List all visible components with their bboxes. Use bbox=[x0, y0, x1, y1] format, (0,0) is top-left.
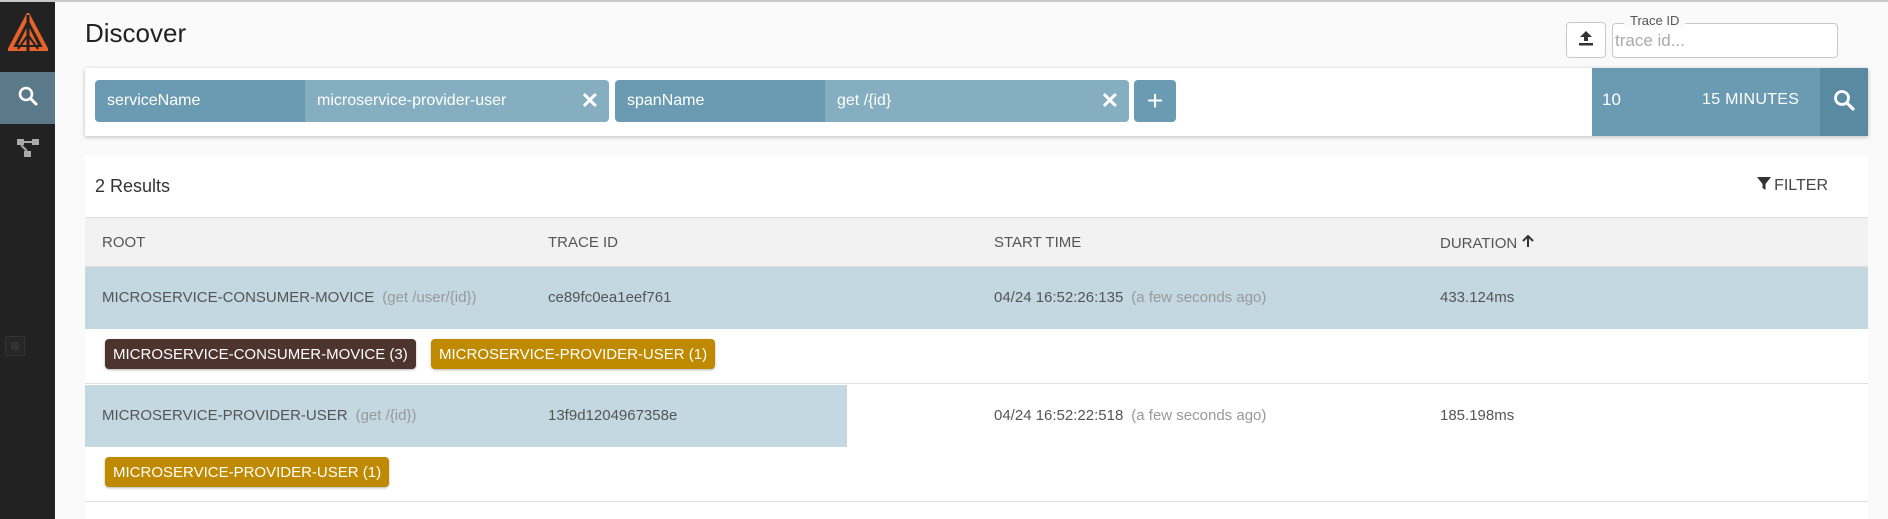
plus-icon: + bbox=[1146, 85, 1164, 116]
criteria-key: spanName bbox=[615, 80, 825, 122]
limit-value[interactable]: 10 bbox=[1602, 90, 1621, 110]
root-service: MICROSERVICE-PROVIDER-USER bbox=[102, 407, 348, 424]
service-badge[interactable]: MICROSERVICE-PROVIDER-USER (1) bbox=[105, 457, 390, 487]
page-title: Discover bbox=[85, 18, 187, 48]
search-bar: serviceName microservice-provider-user ✕… bbox=[85, 68, 1868, 136]
top-border bbox=[0, 0, 1888, 2]
criteria-value[interactable]: microservice-provider-user ✕ bbox=[305, 80, 609, 122]
start-time: 04/24 16:52:22:518 bbox=[994, 407, 1124, 424]
arrow-up-icon bbox=[1521, 234, 1535, 252]
root-span: (get /user/{id}) bbox=[382, 289, 477, 306]
close-icon[interactable]: ✕ bbox=[581, 90, 599, 112]
sidebar-placeholder-icon bbox=[5, 336, 25, 356]
zipkin-logo[interactable] bbox=[0, 4, 55, 64]
close-icon[interactable]: ✕ bbox=[1101, 90, 1119, 112]
upload-icon bbox=[1577, 29, 1595, 52]
root-cell: MICROSERVICE-CONSUMER-MOVICE (get /user/{… bbox=[102, 289, 476, 306]
sidebar bbox=[0, 2, 55, 519]
trace-id-input[interactable] bbox=[1615, 28, 1825, 54]
filter-icon bbox=[1756, 175, 1772, 196]
trace-id-field[interactable] bbox=[1612, 23, 1838, 58]
filter-label: FILTER bbox=[1774, 176, 1828, 194]
table-row[interactable]: MICROSERVICE-CONSUMER-MOVICE (get /user/{… bbox=[85, 267, 1868, 329]
service-badges-row: MICROSERVICE-PROVIDER-USER (1) bbox=[85, 447, 1868, 502]
root-span: (get /{id}) bbox=[355, 407, 417, 424]
search-icon bbox=[1833, 89, 1855, 116]
start-time: 04/24 16:52:26:135 bbox=[994, 289, 1124, 306]
table-row[interactable]: MICROSERVICE-PROVIDER-USER (get /{id}) 13… bbox=[85, 385, 1868, 447]
trace-id-cell: ce89fc0ea1eef761 bbox=[548, 289, 672, 306]
criteria-chip-servicename[interactable]: serviceName microservice-provider-user ✕ bbox=[95, 80, 609, 122]
criteria-key: serviceName bbox=[95, 80, 305, 122]
dependency-graph-icon bbox=[16, 137, 40, 164]
criteria-value-text: microservice-provider-user bbox=[317, 92, 507, 109]
results-count: 2 Results bbox=[95, 176, 171, 196]
column-label: DURATION bbox=[1440, 234, 1518, 252]
duration-cell: 433.124ms bbox=[1440, 289, 1515, 306]
root-service: MICROSERVICE-CONSUMER-MOVICE bbox=[102, 289, 375, 306]
start-relative: (a few seconds ago) bbox=[1131, 289, 1267, 306]
duration-cell: 185.198ms bbox=[1440, 407, 1515, 424]
lookback-value[interactable]: 15 MINUTES bbox=[1702, 91, 1799, 109]
start-time-cell: 04/24 16:52:26:135 (a few seconds ago) bbox=[994, 289, 1266, 306]
column-header-duration[interactable]: DURATION bbox=[1440, 234, 1535, 252]
sidebar-item-discover[interactable] bbox=[0, 72, 55, 124]
criteria-value[interactable]: get /{id} ✕ bbox=[825, 80, 1129, 122]
criteria-chip-spanname[interactable]: spanName get /{id} ✕ bbox=[615, 80, 1129, 122]
column-label: START TIME bbox=[994, 234, 1082, 251]
criteria-value-text: get /{id} bbox=[837, 92, 892, 109]
search-button[interactable] bbox=[1820, 68, 1868, 136]
column-label: TRACE ID bbox=[548, 234, 619, 251]
table-header: ROOT TRACE ID START TIME DURATION bbox=[85, 217, 1868, 267]
start-time-cell: 04/24 16:52:22:518 (a few seconds ago) bbox=[994, 407, 1266, 424]
filter-button[interactable]: FILTER bbox=[1756, 175, 1828, 196]
trace-id-cell: 13f9d1204967358e bbox=[548, 407, 678, 424]
column-header-trace-id[interactable]: TRACE ID bbox=[548, 234, 618, 251]
add-criteria-button[interactable]: + bbox=[1134, 80, 1176, 122]
service-badge[interactable]: MICROSERVICE-CONSUMER-MOVICE (3) bbox=[105, 339, 416, 369]
upload-trace-button[interactable] bbox=[1566, 22, 1606, 58]
results-panel: 2 Results FILTER ROOT TRACE ID START TIM… bbox=[85, 155, 1868, 519]
limit-lookback-settings[interactable]: 10 15 MINUTES bbox=[1592, 68, 1820, 136]
search-icon bbox=[18, 86, 38, 111]
root-cell: MICROSERVICE-PROVIDER-USER (get /{id}) bbox=[102, 407, 416, 424]
column-header-root[interactable]: ROOT bbox=[102, 234, 145, 251]
sidebar-item-dependencies[interactable] bbox=[0, 124, 55, 176]
start-relative: (a few seconds ago) bbox=[1131, 407, 1267, 424]
service-badges-row: MICROSERVICE-CONSUMER-MOVICE (3) MICROSE… bbox=[85, 329, 1868, 384]
service-badge[interactable]: MICROSERVICE-PROVIDER-USER (1) bbox=[431, 339, 716, 369]
trace-id-label: Trace ID bbox=[1624, 13, 1686, 28]
column-header-start-time[interactable]: START TIME bbox=[994, 234, 1081, 251]
column-label: ROOT bbox=[102, 234, 146, 251]
